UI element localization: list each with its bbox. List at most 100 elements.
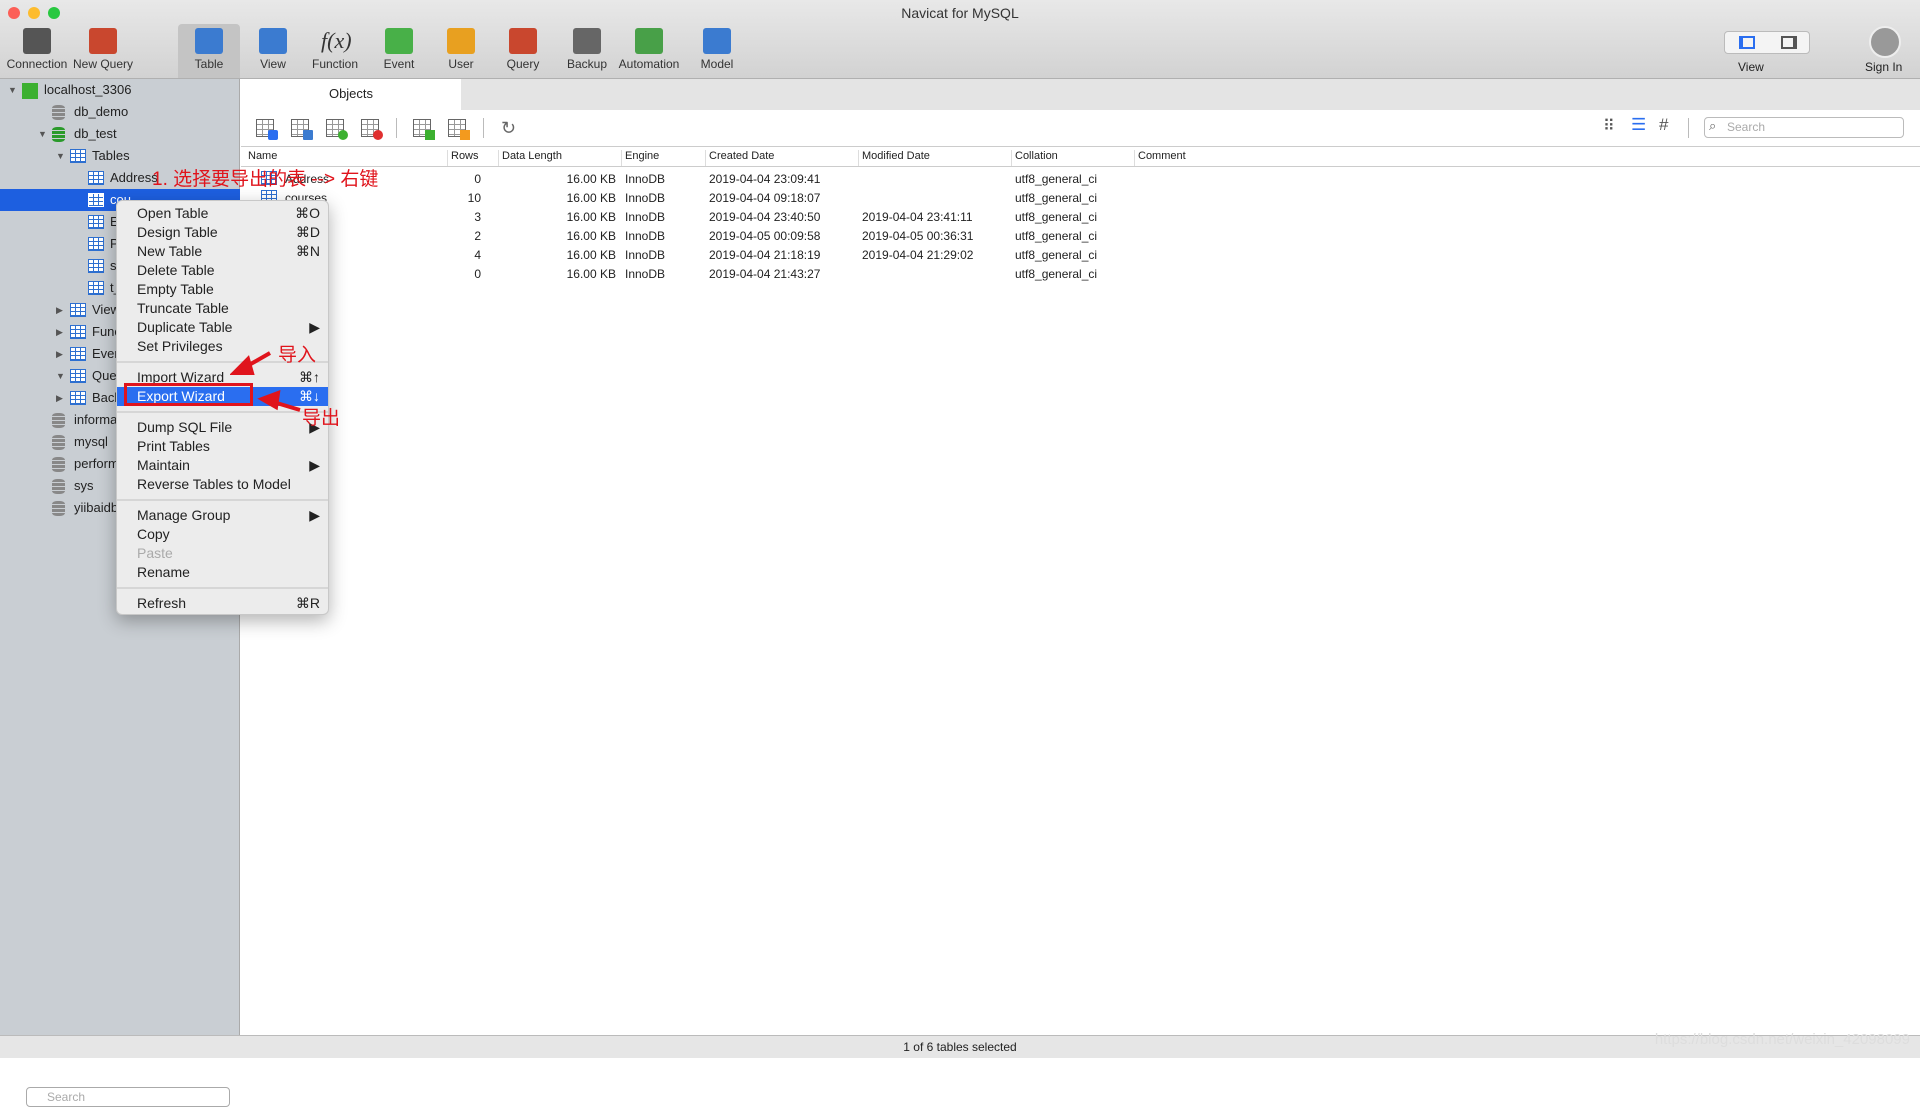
disclosure-collapsed-icon[interactable]: ▶ (56, 299, 63, 321)
table-row[interactable]: Address 0 16.00 KB InnoDB 2019-04-04 23:09:4… (241, 170, 1920, 189)
new-table-icon[interactable] (326, 119, 348, 140)
view-toggle[interactable] (1724, 31, 1810, 54)
menu-item-maintain[interactable]: Maintain ▶ (117, 456, 328, 475)
menu-item-label: Dump SQL File (137, 419, 233, 435)
column-header[interactable]: Rows (447, 150, 479, 166)
sidebar-left-icon[interactable] (1739, 36, 1755, 49)
table-icon (88, 215, 104, 229)
table-row[interactable]: 0 16.00 KB InnoDB 2019-04-04 21:43:27 utf8_g… (241, 265, 1920, 284)
toolbar-label: Event (383, 57, 415, 71)
menu-item-design-table[interactable]: Design Table ⌘D (117, 223, 328, 242)
disclosure-expanded-icon[interactable]: ▼ (56, 145, 65, 167)
menu-item-duplicate-table[interactable]: Duplicate Table ▶ (117, 318, 328, 337)
cell-rows: 3 (474, 210, 481, 224)
delete-table-icon[interactable] (361, 119, 383, 140)
menu-item-reverse-tables-to-model[interactable]: Reverse Tables to Model (117, 475, 328, 494)
toolbar-backup-button[interactable]: Backup (556, 24, 618, 78)
menu-item-new-table[interactable]: New Table ⌘N (117, 242, 328, 261)
menu-shortcut: ⌘O (295, 205, 320, 221)
view-icon (70, 303, 86, 317)
open-table-icon[interactable] (256, 119, 278, 140)
detail-view-icon[interactable]: # (1659, 115, 1668, 135)
sidebar-right-icon[interactable] (1781, 36, 1797, 49)
table-row[interactable]: 3 16.00 KB InnoDB 2019-04-04 23:40:50 2019-0… (241, 208, 1920, 227)
tab-objects[interactable]: Objects (241, 79, 461, 110)
toolbar-view-button[interactable]: View (242, 24, 304, 78)
toolbar-automation-button[interactable]: Automation (618, 24, 680, 78)
cell-data-length: 16.00 KB (566, 210, 616, 224)
menu-item-label: Reverse Tables to Model (137, 476, 291, 492)
disclosure-expanded-icon[interactable]: ▼ (56, 365, 65, 387)
sidebar-item[interactable]: db_demo (0, 101, 240, 123)
toolbar-label: Model (700, 57, 734, 71)
disclosure-expanded-icon[interactable]: ▼ (8, 79, 17, 101)
sidebar-item-label: yiibaidb (74, 500, 119, 515)
menu-item-dump-sql-file[interactable]: Dump SQL File ▶ (117, 418, 328, 437)
table-row[interactable]: courses 10 16.00 KB InnoDB 2019-04-04 09:18:… (241, 189, 1920, 208)
menu-item-label: Refresh (137, 595, 187, 611)
grid-view-icon[interactable]: ⠿ (1603, 116, 1615, 136)
menu-item-refresh[interactable]: Refresh ⌘R (117, 594, 328, 613)
menu-item-label: Paste (137, 545, 173, 561)
toolbar-table-button[interactable]: Table (178, 24, 240, 78)
sidebar-item-label: mysql (74, 434, 108, 449)
menu-item-manage-group[interactable]: Manage Group ▶ (117, 506, 328, 525)
cell-engine: InnoDB (625, 248, 666, 262)
toolbar-function-button[interactable]: f(x) Function (304, 24, 366, 78)
database-icon (52, 127, 65, 142)
toolbar-new-query-button[interactable]: New Query (72, 24, 134, 78)
column-header[interactable]: Collation (1011, 150, 1058, 166)
sidebar-search-input[interactable]: Search (26, 1087, 230, 1107)
column-header[interactable]: Data Length (498, 150, 562, 166)
toolbar-event-button[interactable]: Event (368, 24, 430, 78)
menu-item-copy[interactable]: Copy (117, 525, 328, 544)
menu-item-label: Set Privileges (137, 338, 223, 354)
cell-engine: InnoDB (625, 267, 666, 281)
menu-item-label: Print Tables (137, 438, 210, 454)
database-icon (52, 413, 65, 428)
toolbar-label: View (260, 57, 286, 71)
table-row[interactable]: 2 16.00 KB InnoDB 2019-04-05 00:09:58 2019-0… (241, 227, 1920, 246)
list-view-icon[interactable]: ☰ (1631, 115, 1646, 135)
export-icon[interactable] (448, 119, 470, 140)
query-icon (70, 369, 86, 383)
table-row[interactable]: 4 16.00 KB InnoDB 2019-04-04 21:18:19 2019-0… (241, 246, 1920, 265)
disclosure-collapsed-icon[interactable]: ▶ (56, 321, 63, 343)
import-icon[interactable] (413, 119, 435, 140)
toolbar-user-button[interactable]: User (430, 24, 492, 78)
column-header[interactable]: Comment (1134, 150, 1186, 166)
refresh-icon[interactable]: ↻ (501, 119, 516, 137)
column-header[interactable]: Created Date (705, 150, 774, 166)
menu-item-open-table[interactable]: Open Table ⌘O (117, 204, 328, 223)
menu-item-rename[interactable]: Rename (117, 563, 328, 582)
table-icon (88, 237, 104, 251)
disclosure-collapsed-icon[interactable]: ▶ (56, 343, 63, 365)
avatar-icon[interactable] (1869, 26, 1901, 58)
menu-item-print-tables[interactable]: Print Tables (117, 437, 328, 456)
sidebar-item[interactable]: ▼ localhost_3306 (0, 79, 240, 101)
model-icon (703, 28, 731, 54)
backup-icon (573, 28, 601, 54)
toolbar-label: Query (506, 57, 540, 71)
sidebar-item-label: sys (74, 478, 94, 493)
toolbar-label: Table (194, 57, 224, 71)
cell-data-length: 16.00 KB (566, 172, 616, 186)
menu-item-empty-table[interactable]: Empty Table (117, 280, 328, 299)
disclosure-collapsed-icon[interactable]: ▶ (56, 387, 63, 409)
new-query-icon (89, 28, 117, 54)
table-icon (88, 281, 104, 295)
sign-in-button[interactable]: Sign In (1865, 60, 1902, 74)
toolbar-connection-button[interactable]: Connection (6, 24, 68, 78)
column-header[interactable]: Engine (621, 150, 659, 166)
table-icon (70, 149, 86, 163)
column-header[interactable]: Modified Date (858, 150, 930, 166)
disclosure-expanded-icon[interactable]: ▼ (38, 123, 47, 145)
toolbar-query-button[interactable]: Query (492, 24, 554, 78)
sidebar-item[interactable]: ▼ db_test (0, 123, 240, 145)
menu-item-paste[interactable]: Paste (117, 544, 328, 563)
toolbar-model-button[interactable]: Model (686, 24, 748, 78)
menu-item-truncate-table[interactable]: Truncate Table (117, 299, 328, 318)
design-table-icon[interactable] (291, 119, 313, 140)
objects-search-input[interactable]: Search (1704, 117, 1904, 138)
menu-item-delete-table[interactable]: Delete Table (117, 261, 328, 280)
